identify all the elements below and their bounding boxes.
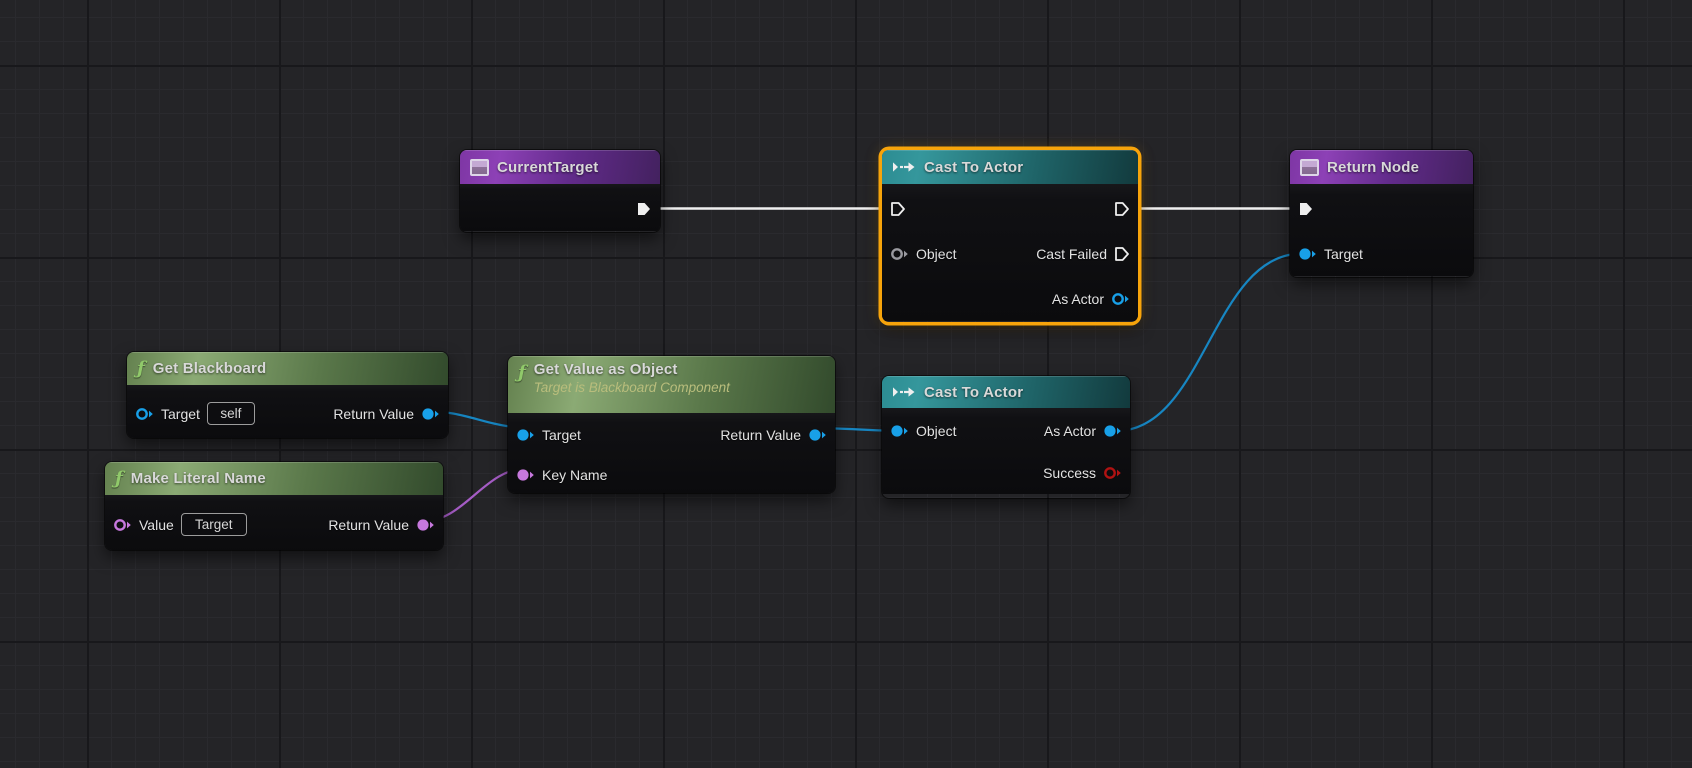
cast-failed-exec-pin[interactable]	[1114, 246, 1130, 262]
node-body: Value Return Value	[105, 495, 443, 550]
node-body: Object As Actor Success	[882, 408, 1130, 494]
node-function-entry-currenttarget[interactable]: CurrentTarget	[460, 150, 660, 232]
target-default-value-field[interactable]	[206, 402, 255, 425]
pin-label: Return Value	[720, 427, 801, 443]
pin-label: Target	[1324, 245, 1363, 262]
node-header: ƒ Make Literal Name	[105, 462, 443, 495]
pin-label: Return Value	[328, 516, 409, 533]
node-title: Get Blackboard	[152, 360, 267, 377]
node-body: Target Return Value Key Name	[508, 413, 835, 493]
node-header: ƒ Get Value as Object Target is Blackboa…	[508, 356, 835, 413]
node-title: Return Node	[1327, 158, 1420, 176]
pin-label: As Actor	[1051, 290, 1104, 307]
success-output-pin[interactable]	[1103, 465, 1122, 481]
object-input-pin[interactable]	[890, 246, 909, 262]
node-subtitle: Target is Blackboard Component	[533, 380, 730, 395]
target-input-pin[interactable]	[516, 427, 535, 443]
pin-label: As Actor	[1043, 423, 1096, 439]
node-body	[460, 184, 660, 231]
pin-label: Target	[542, 427, 581, 443]
node-get-blackboard[interactable]: ƒ Get Blackboard Target Return Value	[127, 352, 448, 438]
value-default-value-field[interactable]	[180, 513, 247, 536]
node-title: Get Value as Object	[533, 361, 678, 378]
exec-in-pin[interactable]	[1298, 201, 1314, 217]
pin-label: Return Value	[333, 405, 414, 422]
return-value-output-pin[interactable]	[421, 406, 440, 422]
node-title: Make Literal Name	[130, 470, 266, 487]
pin-label: Key Name	[542, 467, 608, 483]
pin-label: Cast Failed	[1036, 245, 1107, 262]
key-name-input-pin[interactable]	[516, 467, 535, 483]
function-icon: ƒ	[115, 467, 123, 489]
node-body: Object Cast Failed As Actor	[882, 184, 1138, 321]
as-actor-output-pin[interactable]	[1103, 423, 1122, 439]
pin-label: Target	[161, 405, 200, 422]
node-get-value-as-object[interactable]: ƒ Get Value as Object Target is Blackboa…	[508, 356, 835, 493]
node-title: Cast To Actor	[924, 383, 1024, 401]
target-input-pin[interactable]	[135, 406, 154, 422]
function-icon: ƒ	[137, 357, 145, 379]
node-header: Return Node	[1290, 150, 1473, 184]
pin-label: Object	[916, 245, 957, 262]
node-header: ƒ Get Blackboard	[127, 352, 448, 385]
node-header: Cast To Actor	[882, 376, 1130, 408]
exec-in-pin[interactable]	[890, 201, 906, 217]
cast-icon	[892, 384, 916, 400]
return-value-output-pin[interactable]	[808, 427, 827, 443]
pin-label: Object	[916, 423, 957, 439]
node-return-node[interactable]: Return Node Target	[1290, 150, 1473, 277]
blueprint-graph-canvas[interactable]: CurrentTarget Cast To Actor Object Cast …	[0, 0, 1692, 768]
wire-blue-asactor-to-return-target[interactable]	[1115, 252, 1303, 433]
node-title: CurrentTarget	[497, 158, 599, 176]
as-actor-output-pin[interactable]	[1111, 291, 1130, 307]
node-title: Cast To Actor	[924, 158, 1024, 176]
function-icon: ƒ	[518, 362, 526, 383]
pin-label: Success	[1043, 465, 1096, 481]
node-body: Target Return Value	[127, 385, 448, 438]
object-input-pin[interactable]	[890, 423, 909, 439]
node-header: CurrentTarget	[460, 150, 660, 184]
node-make-literal-name[interactable]: ƒ Make Literal Name Value Return Value	[105, 462, 443, 550]
exec-out-pin[interactable]	[636, 201, 652, 217]
function-result-icon	[1300, 158, 1319, 176]
node-body: Target	[1290, 184, 1473, 276]
node-header: Cast To Actor	[882, 150, 1138, 184]
return-value-output-pin[interactable]	[416, 517, 435, 533]
target-input-pin[interactable]	[1298, 246, 1317, 262]
node-cast-to-actor-selected[interactable]: Cast To Actor Object Cast Failed As Acto…	[882, 150, 1138, 322]
cast-icon	[892, 159, 916, 175]
function-entry-icon	[470, 158, 489, 176]
value-input-pin[interactable]	[113, 517, 132, 533]
exec-out-pin[interactable]	[1114, 201, 1130, 217]
pin-label: Value	[139, 516, 174, 533]
node-cast-to-actor-2[interactable]: Cast To Actor Object As Actor Success	[882, 376, 1130, 498]
